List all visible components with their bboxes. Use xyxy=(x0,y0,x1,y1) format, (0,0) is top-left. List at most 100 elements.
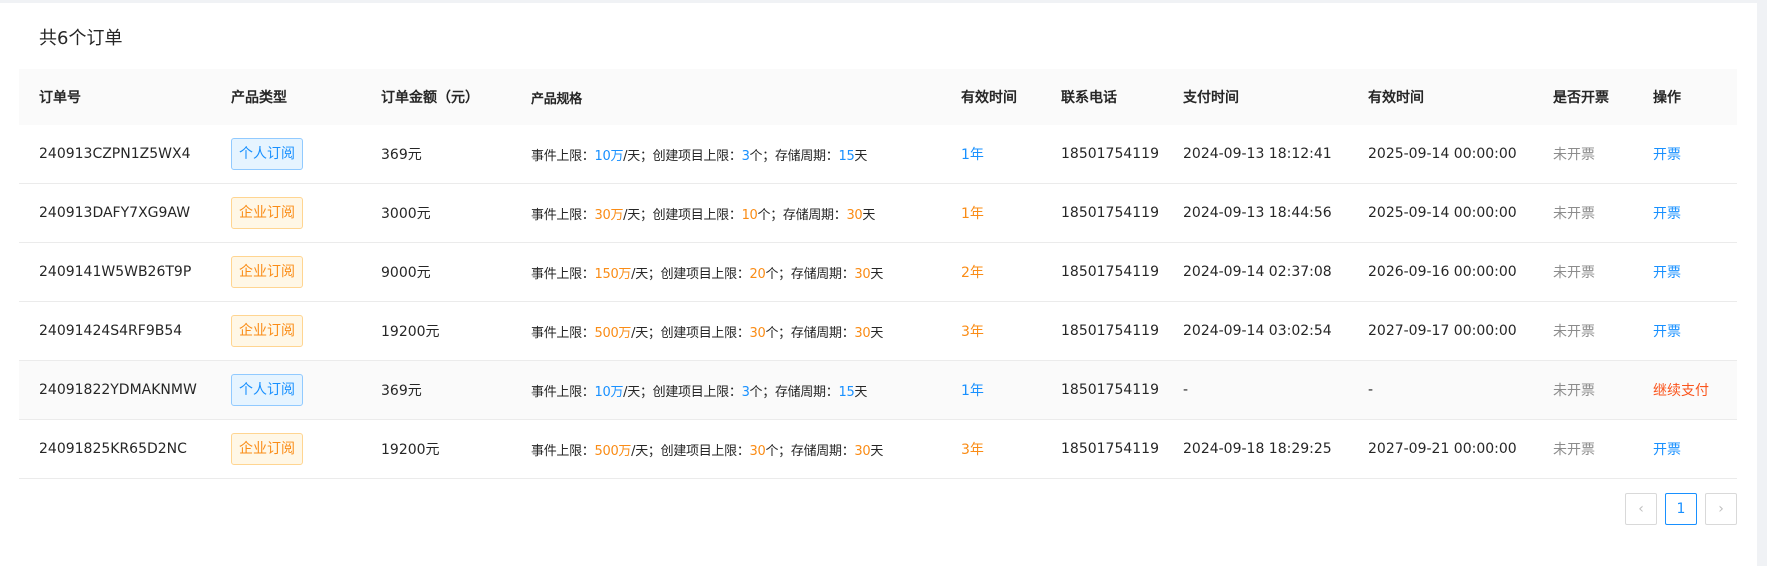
paid-at: 2024-09-13 18:44:56 xyxy=(1183,205,1332,221)
spec-project-value: 3 xyxy=(741,384,750,400)
table-row: 240913DAFY7XG9AW 企业订阅 3000元 事件上限：30万/天；创… xyxy=(19,184,1737,243)
page-1-button[interactable]: 1 xyxy=(1665,493,1697,525)
contact-phone: 18501754119 xyxy=(1061,441,1159,457)
next-page-button[interactable]: › xyxy=(1705,493,1737,525)
invoice-link[interactable]: 开票 xyxy=(1653,324,1681,340)
orders-table: 订单号 产品类型 订单金额（元） 产品规格 有效时间 联系电话 支付时间 有效时… xyxy=(19,69,1737,479)
duration: 1年 xyxy=(961,206,984,222)
prev-page-button[interactable]: ‹ xyxy=(1625,493,1657,525)
spec-project-label: 创建项目上限： xyxy=(660,266,750,282)
paid-at: 2024-09-13 18:12:41 xyxy=(1183,146,1332,162)
product-spec: 事件上限：30万/天；创建项目上限：10个；存储周期：30天 xyxy=(511,204,941,223)
chevron-left-icon: ‹ xyxy=(1638,501,1644,517)
product-spec: 事件上限：10万/天；创建项目上限：3个；存储周期：15天 xyxy=(511,145,941,164)
column-header-invoice: 是否开票 xyxy=(1553,90,1609,106)
duration: 3年 xyxy=(961,324,984,340)
invoice-link[interactable]: 开票 xyxy=(1653,206,1681,222)
spec-event-label: 事件上限： xyxy=(531,148,595,164)
spec-per-day: /天； xyxy=(631,325,661,341)
order-amount: 19200元 xyxy=(381,442,440,458)
table-body: 240913CZPN1Z5WX4 个人订阅 369元 事件上限：10万/天；创建… xyxy=(19,125,1737,479)
invoice-link[interactable]: 开票 xyxy=(1653,147,1681,163)
spec-project-label: 创建项目上限： xyxy=(660,325,750,341)
product-type-cell: 企业订阅 xyxy=(211,433,361,465)
spec-count-unit: 个； xyxy=(749,384,776,400)
product-type-tag: 个人订阅 xyxy=(231,374,303,406)
valid-until: 2025-09-14 00:00:00 xyxy=(1368,146,1517,162)
spec-event-label: 事件上限： xyxy=(531,266,595,282)
column-header-valid-until: 有效时间 xyxy=(1368,90,1424,106)
spec-project-value: 20 xyxy=(749,266,766,282)
spec-project-value: 3 xyxy=(741,148,750,164)
column-header-paid-at: 支付时间 xyxy=(1183,90,1239,106)
column-header-spec: 产品规格 xyxy=(531,91,582,107)
paid-at: 2024-09-14 03:02:54 xyxy=(1183,323,1332,339)
spec-count-unit: 个； xyxy=(765,443,791,459)
action-cell: 继续支付 xyxy=(1633,380,1737,400)
spec-storage-value: 30 xyxy=(854,325,871,341)
spec-storage-label: 存储周期： xyxy=(790,266,855,282)
spec-event-label: 事件上限： xyxy=(531,443,595,459)
order-id: 24091822YDMAKNMW xyxy=(39,382,197,398)
spec-day-unit: 天 xyxy=(870,325,884,341)
order-amount: 369元 xyxy=(381,147,422,163)
action-cell: 开票 xyxy=(1633,262,1737,282)
spec-event-value: 150万 xyxy=(594,266,632,282)
spec-event-value: 500万 xyxy=(594,443,632,459)
orders-card: 共6个订单 订单号 产品类型 订单金额（元） 产品规格 有效时间 联系电话 支付… xyxy=(0,3,1757,566)
table-row: 24091822YDMAKNMW 个人订阅 369元 事件上限：10万/天；创建… xyxy=(19,361,1737,420)
spec-day-unit: 天 xyxy=(854,148,868,164)
spec-per-day: /天； xyxy=(623,384,653,400)
pagination: ‹ 1 › xyxy=(0,493,1757,525)
valid-until: 2026-09-16 00:00:00 xyxy=(1368,264,1517,280)
product-type-tag: 企业订阅 xyxy=(231,433,303,465)
duration: 3年 xyxy=(961,442,984,458)
product-spec: 事件上限：10万/天；创建项目上限：3个；存储周期：15天 xyxy=(511,381,941,400)
column-header-product-type: 产品类型 xyxy=(231,90,287,106)
product-type-cell: 企业订阅 xyxy=(211,315,361,347)
spec-storage-value: 30 xyxy=(854,266,871,282)
invoice-status: 未开票 xyxy=(1553,206,1595,222)
table-header: 订单号 产品类型 订单金额（元） 产品规格 有效时间 联系电话 支付时间 有效时… xyxy=(19,69,1737,125)
spec-storage-value: 30 xyxy=(846,207,863,223)
spec-storage-label: 存储周期： xyxy=(774,148,839,164)
contact-phone: 18501754119 xyxy=(1061,323,1159,339)
spec-storage-value: 15 xyxy=(838,148,855,164)
spec-count-unit: 个； xyxy=(765,325,791,341)
spec-event-value: 10万 xyxy=(594,148,624,164)
order-amount: 3000元 xyxy=(381,206,431,222)
product-type-cell: 个人订阅 xyxy=(211,138,361,170)
action-cell: 开票 xyxy=(1633,144,1737,164)
invoice-status: 未开票 xyxy=(1553,265,1595,281)
invoice-status: 未开票 xyxy=(1553,324,1595,340)
order-id: 24091424S4RF9B54 xyxy=(39,323,183,339)
action-cell: 开票 xyxy=(1633,203,1737,223)
spec-day-unit: 天 xyxy=(854,384,868,400)
product-type-tag: 企业订阅 xyxy=(231,197,303,229)
spec-project-value: 10 xyxy=(741,207,758,223)
spec-per-day: /天； xyxy=(623,207,653,223)
order-amount: 9000元 xyxy=(381,265,431,281)
column-header-duration: 有效时间 xyxy=(961,90,1017,106)
contact-phone: 18501754119 xyxy=(1061,264,1159,280)
order-id: 2409141W5WB26T9P xyxy=(39,264,192,280)
paid-at: 2024-09-14 02:37:08 xyxy=(1183,264,1332,280)
duration: 1年 xyxy=(961,147,984,163)
continue-payment-link[interactable]: 继续支付 xyxy=(1653,383,1709,399)
product-spec: 事件上限：500万/天；创建项目上限：30个；存储周期：30天 xyxy=(511,322,941,341)
invoice-link[interactable]: 开票 xyxy=(1653,265,1681,281)
table-row: 240913CZPN1Z5WX4 个人订阅 369元 事件上限：10万/天；创建… xyxy=(19,125,1737,184)
chevron-right-icon: › xyxy=(1718,501,1724,517)
product-type-tag: 企业订阅 xyxy=(231,256,303,288)
invoice-link[interactable]: 开票 xyxy=(1653,442,1681,458)
spec-event-label: 事件上限： xyxy=(531,207,595,223)
spec-project-label: 创建项目上限： xyxy=(652,207,742,223)
order-id: 24091825KR65D2NC xyxy=(39,441,187,457)
order-amount: 19200元 xyxy=(381,324,440,340)
spec-storage-value: 15 xyxy=(838,384,855,400)
spec-per-day: /天； xyxy=(623,148,653,164)
order-amount: 369元 xyxy=(381,383,422,399)
valid-until: 2025-09-14 00:00:00 xyxy=(1368,205,1517,221)
invoice-status: 未开票 xyxy=(1553,147,1595,163)
spec-project-label: 创建项目上限： xyxy=(652,148,742,164)
